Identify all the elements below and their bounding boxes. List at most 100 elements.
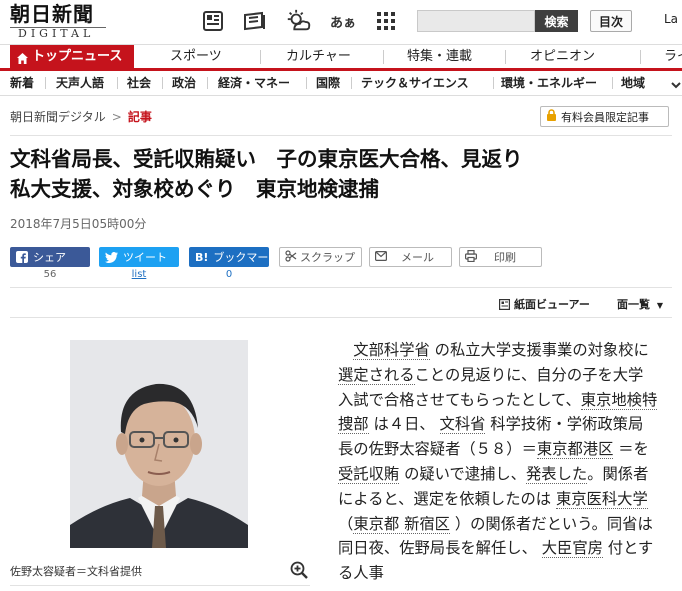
viewer-icon [499,298,510,310]
hatena-count[interactable]: 0 [189,269,269,280]
nav-international[interactable]: 国際 [316,71,340,95]
twitter-list-link[interactable]: list [99,269,179,280]
language-link[interactable]: La [664,12,678,26]
article-paragraph: 文部科学省 の私立大学支援事業の対象校に選定されることの見返りに、自分の子を大学… [338,338,658,586]
keyword-link[interactable]: 東京都港区 [536,440,614,460]
scrap-label: スクラップ [300,251,355,264]
member-only-label: 有料会員限定記事 [561,110,649,124]
divider [10,135,672,136]
newspaper-viewer-label: 紙面ビューアー [514,298,590,311]
hatena-icon: B! [195,250,209,264]
secondary-nav: 新着 天声人語 社会 政治 経済・マネー 国際 テック＆サイエンス 環境・エネル… [0,71,682,96]
nav-divider [493,77,494,89]
twitter-icon [105,251,118,263]
breadcrumb-current: 記事 [127,110,152,124]
nav-economy[interactable]: 経済・マネー [218,71,290,95]
keyword-link[interactable]: 大臣官房 [541,539,603,559]
nav-latest[interactable]: 新着 [10,71,34,95]
nav-life[interactable]: ライ [664,45,682,69]
mail-button[interactable]: メール [369,247,452,267]
keyword-link[interactable]: 文科省 [439,415,486,435]
nav-sports[interactable]: スポーツ [170,45,222,69]
magazine-icon[interactable] [242,8,268,34]
newspaper-icon[interactable] [200,8,226,34]
divider [10,317,672,318]
lock-icon [546,109,557,124]
nav-divider [207,77,208,89]
font-size-icon-label: あぁ [330,15,357,31]
search-input[interactable] [417,10,535,32]
hatena-bookmark-label: ブックマーク [213,251,280,264]
nav-region[interactable]: 地域 [621,71,645,95]
keyword-link[interactable]: 文部科学省 [353,341,430,360]
nav-opinion[interactable]: オピニオン [530,45,595,69]
nav-divider [351,77,352,89]
facebook-icon [16,251,28,263]
nav-divider [45,77,46,89]
breadcrumb-home[interactable]: 朝日新聞デジタル [10,110,106,124]
nav-tech-science[interactable]: テック＆サイエンス [361,71,469,95]
print-button[interactable]: 印刷 [459,247,542,267]
keyword-link[interactable]: 選定される [338,365,415,385]
primary-nav: トップニュース スポーツ カルチャー 特集・連載 オピニオン ライ [0,44,682,71]
facebook-share-button[interactable]: シェア [10,247,90,267]
breadcrumb: 朝日新聞デジタル > 記事 [10,108,152,125]
nav-politics[interactable]: 政治 [172,71,196,95]
nav-society[interactable]: 社会 [127,71,151,95]
nav-divider [162,77,163,89]
article-headline: 文科省局長、受託収賄疑い 子の東京医大合格、見返り 私大支援、対象校めぐり 東京… [10,144,670,204]
chevron-down-icon[interactable] [671,76,681,95]
site-logo[interactable]: 朝日新聞 DIGITAL [10,2,120,40]
newspaper-viewer-link[interactable]: 紙面ビューアー [499,296,590,312]
weather-icon[interactable] [285,8,311,34]
nav-top-news-label: トップニュース [32,49,123,64]
grid-menu-icon[interactable] [373,8,399,34]
nav-culture[interactable]: カルチャー [286,45,351,69]
keyword-link[interactable]: 受託収賄 [338,464,400,484]
headline-line-1: 文科省局長、受託収賄疑い 子の東京医大合格、見返り [10,147,523,171]
nav-tensei-jingo[interactable]: 天声人語 [56,71,104,95]
nav-divider [383,50,384,64]
hatena-bookmark-button[interactable]: B! ブックマーク [189,247,279,267]
scissors-icon [285,249,297,265]
nav-divider [306,77,307,89]
site-header: 朝日新聞 DIGITAL あぁ 検索 目次 La [0,0,682,44]
twitter-share-button[interactable]: ツイート [99,247,179,267]
caret-down-icon: ▼ [656,301,663,310]
zoom-in-icon[interactable] [290,561,308,579]
font-size-icon[interactable]: あぁ [330,8,356,34]
nav-top-news[interactable]: トップニュース [10,45,134,69]
page-list-label: 面一覧 [617,298,650,311]
nav-divider [640,50,641,64]
photo-caption: 佐野太容疑者＝文科省提供 [10,565,142,578]
body-text: ＝を [613,440,649,459]
body-text: （ [338,514,354,533]
print-icon [465,249,478,265]
nav-environment[interactable]: 環境・エネルギー [501,71,597,95]
search-button[interactable]: 検索 [535,10,578,32]
body-text: は４日、 [368,415,440,434]
logo-main-text: 朝日新聞 [10,2,94,26]
mail-label: メール [401,251,434,264]
portrait-image [70,340,248,548]
print-label: 印刷 [494,251,516,264]
keyword-link[interactable]: 東京医科大学 [555,489,648,509]
keyword-link[interactable]: 東京都 新宿区 [353,514,450,534]
divider [10,585,310,586]
keyword-link[interactable]: 発表した [525,464,588,484]
index-button[interactable]: 目次 [590,10,632,32]
nav-divider [612,77,613,89]
publish-date: 2018年7月5日05時00分 [10,217,147,231]
body-text: の疑いで逮捕し、 [399,464,526,483]
body-text: の私立大学支援事業の対象校に [429,341,649,359]
breadcrumb-separator: > [111,110,122,124]
scrap-button[interactable]: スクラップ [279,247,362,267]
article-body: 文部科学省 の私立大学支援事業の対象校に選定されることの見返りに、自分の子を大学… [338,338,658,586]
member-only-badge: 有料会員限定記事 [540,106,669,127]
mail-icon [375,250,388,264]
nav-features[interactable]: 特集・連載 [407,45,472,69]
headline-line-2: 私大支援、対象校めぐり 東京地検逮捕 [10,177,379,201]
facebook-share-label: シェア [33,251,66,264]
article-photo[interactable] [70,340,248,548]
page-list-dropdown[interactable]: 面一覧 ▼ [617,296,663,312]
